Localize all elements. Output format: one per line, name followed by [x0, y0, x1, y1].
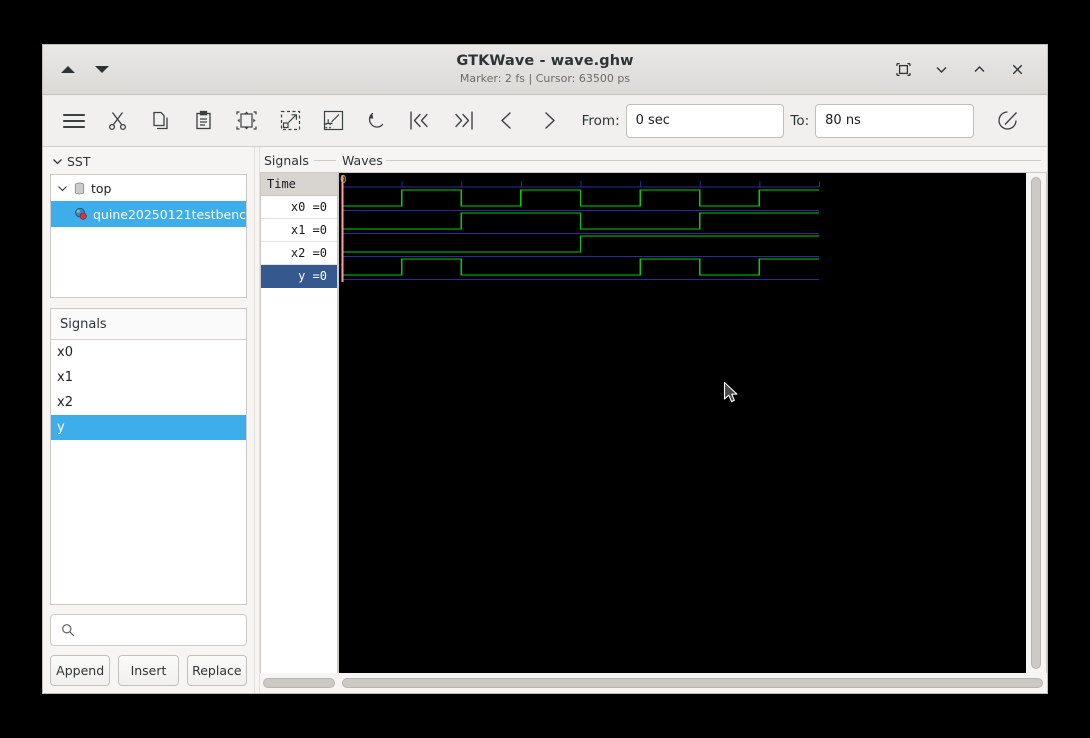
waves-hscrollbar-thumb[interactable]: [342, 678, 1043, 688]
signal-label: x1: [57, 370, 73, 385]
sst-header[interactable]: SST: [50, 153, 247, 174]
title-bar: GTKWave - wave.ghw Marker: 2 fs | Cursor…: [43, 45, 1047, 95]
waves-pane: Waves 0: [338, 147, 1047, 693]
signal-label: y: [57, 420, 65, 435]
previous-edge-icon[interactable]: [489, 103, 523, 139]
tree-node-label: quine20250121testbenc: [93, 207, 246, 222]
undo-icon[interactable]: [360, 103, 394, 139]
copy-icon[interactable]: [143, 103, 177, 139]
from-input[interactable]: 0 sec: [626, 104, 785, 138]
sst-tree[interactable]: top quine20250121testbenc: [50, 174, 247, 298]
time-origin-label: 0: [340, 173, 347, 186]
wave-name-x1[interactable]: x1 =0: [261, 219, 337, 242]
titlebar-left-buttons: [53, 66, 193, 73]
waves-title: Waves: [338, 151, 1047, 172]
to-value: 80 ns: [825, 113, 861, 128]
maximize-icon[interactable]: [969, 60, 989, 80]
insert-button[interactable]: Insert: [118, 655, 178, 686]
cut-icon[interactable]: [100, 103, 134, 139]
tree-node-quine-testbench[interactable]: quine20250121testbenc: [51, 201, 246, 227]
chevron-down-icon: [57, 183, 68, 194]
go-to-start-icon[interactable]: [403, 103, 437, 139]
signal-item-x0[interactable]: x0: [51, 340, 246, 365]
tree-node-top[interactable]: top: [51, 175, 246, 201]
sst-header-label: SST: [67, 154, 91, 169]
signal-item-x2[interactable]: x2: [51, 390, 246, 415]
wave-drawing: [339, 173, 1026, 673]
signal-names-pane: Signals Time x0 =0 x1 =0 x2 =0 y =0: [260, 147, 338, 693]
close-icon[interactable]: [1007, 60, 1027, 80]
signals-list[interactable]: x0 x1 x2 y: [51, 340, 246, 604]
signal-names-list[interactable]: Time x0 =0 x1 =0 x2 =0 y =0: [260, 172, 338, 673]
next-edge-icon[interactable]: [532, 103, 566, 139]
reload-icon[interactable]: [990, 103, 1024, 139]
names-hscrollbar[interactable]: [260, 673, 338, 693]
left-pane: SST top: [43, 147, 254, 693]
wave-name-x2[interactable]: x2 =0: [261, 242, 337, 265]
cylinder-icon: [73, 182, 86, 195]
menu-icon[interactable]: [57, 103, 91, 139]
paste-icon[interactable]: [187, 103, 221, 139]
to-input[interactable]: 80 ns: [815, 104, 974, 138]
zoom-out-icon[interactable]: [316, 103, 350, 139]
waves-area: 0: [338, 172, 1047, 673]
go-to-end-icon[interactable]: [446, 103, 480, 139]
window-title: GTKWave - wave.ghw: [456, 54, 633, 70]
from-label: From:: [582, 113, 620, 129]
zoom-fit-icon[interactable]: [230, 103, 264, 139]
replace-button[interactable]: Replace: [187, 655, 247, 686]
time-header: Time: [261, 173, 337, 196]
signal-label: x2: [57, 395, 73, 410]
names-hscrollbar-thumb[interactable]: [263, 678, 335, 688]
search-icon: [61, 623, 75, 637]
gtkwave-window: GTKWave - wave.ghw Marker: 2 fs | Cursor…: [42, 44, 1048, 694]
waves-vscrollbar-thumb[interactable]: [1031, 177, 1041, 669]
action-buttons: Append Insert Replace: [50, 655, 247, 686]
nav-up-icon[interactable]: [61, 66, 75, 73]
wave-name-x0[interactable]: x0 =0: [261, 196, 337, 219]
zoom-in-icon[interactable]: [273, 103, 307, 139]
to-label: To:: [790, 113, 809, 129]
chevron-down-icon: [52, 156, 63, 167]
signal-names-title: Signals: [260, 151, 338, 172]
wave-name-y[interactable]: y =0: [261, 265, 337, 288]
titlebar-right-buttons: [893, 60, 1037, 80]
module-icon: [74, 207, 88, 221]
signals-box-header: Signals: [51, 309, 246, 340]
toolbar: From: 0 sec To: 80 ns: [43, 95, 1047, 147]
minimize-icon[interactable]: [931, 60, 951, 80]
signal-item-y[interactable]: y: [51, 415, 246, 440]
tree-node-label: top: [91, 181, 111, 196]
signal-label: x0: [57, 345, 73, 360]
window-subtitle: Marker: 2 fs | Cursor: 63500 ps: [460, 73, 630, 85]
search-input[interactable]: [50, 614, 247, 646]
signal-item-x1[interactable]: x1: [51, 365, 246, 390]
append-button[interactable]: Append: [50, 655, 110, 686]
fullscreen-icon[interactable]: [893, 60, 913, 80]
signals-box: Signals x0 x1 x2 y: [50, 308, 247, 605]
nav-down-icon[interactable]: [95, 66, 109, 73]
waves-hscrollbar[interactable]: [338, 673, 1047, 693]
wave-canvas[interactable]: 0: [339, 173, 1026, 673]
main-body: SST top: [43, 147, 1047, 693]
from-value: 0 sec: [636, 113, 670, 128]
waves-vscrollbar[interactable]: [1026, 173, 1046, 673]
